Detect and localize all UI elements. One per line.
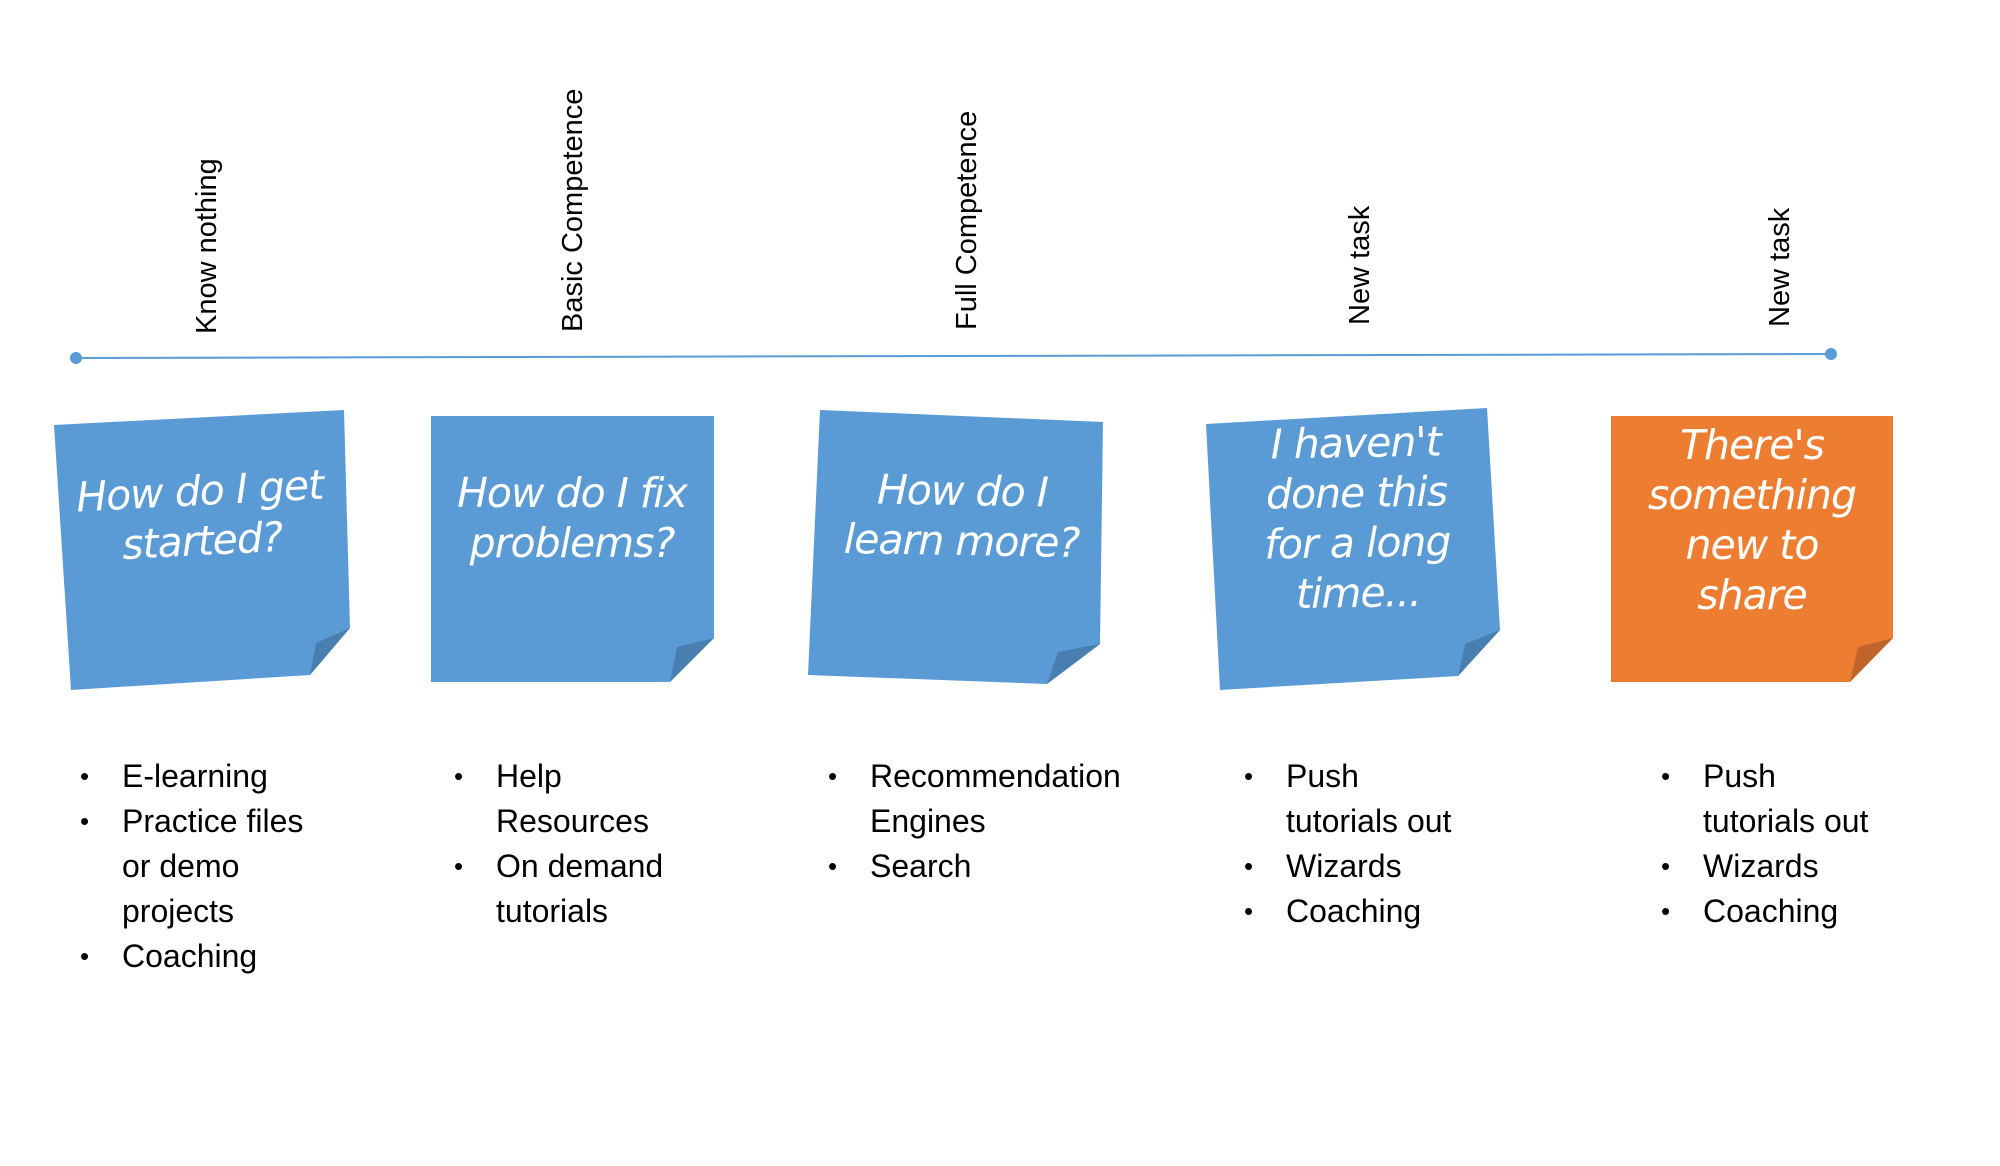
list-new-task-2: • Push tutorials out • Wizards • Coaching [1661,754,1991,934]
list-item: • E-learning [80,754,400,799]
bullet-icon: • [1661,851,1671,881]
list-item-text: Help Resources [496,758,649,839]
bullet-icon: • [1244,851,1254,881]
list-item-text: Coaching [1286,893,1422,929]
bullet-icon: • [828,851,838,881]
list-basic-competence: • Help Resources • On demand tutorials [454,754,774,934]
list-item-text: E-learning [122,758,268,794]
bullet-icon: • [80,806,90,836]
list-item-text: Push tutorials out [1286,758,1452,839]
list-item: • Wizards [1661,844,1991,889]
list-item-text: Wizards [1286,848,1402,884]
list-item-text: Coaching [1703,893,1839,929]
bullet-icon: • [80,761,90,791]
list-item-text: Coaching [122,938,258,974]
list-item: • Push tutorials out [1661,754,1991,844]
list-new-task-1: • Push tutorials out • Wizards • Coaching [1244,754,1584,934]
list-item-text: Search [870,848,972,884]
list-item: • Coaching [1244,889,1584,934]
list-full-competence: • Recommendation Engines • Search [828,754,1188,889]
list-know-nothing: • E-learning • Practice files or demo proj… [80,754,400,979]
list-item: • Coaching [1661,889,1991,934]
list-item: • Coaching [80,934,400,979]
list-item-text: Recommendation Engines [870,758,1121,839]
bullet-icon: • [454,761,464,791]
list-item: • Practice files or demo projects [80,799,400,934]
list-item: • Help Resources [454,754,774,844]
note-text: There's something new to share [1647,421,1857,619]
bullet-icon: • [1661,896,1671,926]
bullet-icon: • [1661,761,1671,791]
list-item: • Search [828,844,1188,889]
list-item-text: On demand tutorials [496,848,664,929]
list-item-text: Practice files or demo projects [122,803,304,929]
list-item: • Wizards [1244,844,1584,889]
bullet-icon: • [1244,896,1254,926]
list-item-text: Wizards [1703,848,1819,884]
list-item: • On demand tutorials [454,844,774,934]
list-item: • Recommendation Engines [828,754,1188,844]
bullet-icon: • [828,761,838,791]
list-item-text: Push tutorials out [1703,758,1869,839]
bullet-icon: • [1244,761,1254,791]
bullet-icon: • [454,851,464,881]
list-item: • Push tutorials out [1244,754,1584,844]
bullet-icon: • [80,941,90,971]
